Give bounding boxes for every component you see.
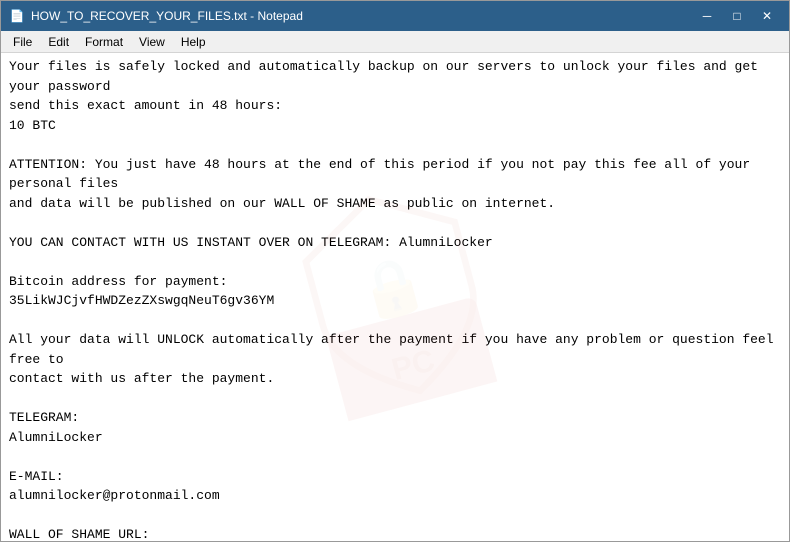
menu-edit[interactable]: Edit [40,31,77,52]
title-bar: 📄 HOW_TO_RECOVER_YOUR_FILES.txt - Notepa… [1,1,789,31]
close-button[interactable]: ✕ [753,6,781,26]
title-bar-left: 📄 HOW_TO_RECOVER_YOUR_FILES.txt - Notepa… [9,8,303,24]
text-editor-area[interactable]: PC 🔒 Your files is safely locked and aut… [1,53,789,541]
menu-bar: File Edit Format View Help [1,31,789,53]
app-icon: 📄 [9,8,25,24]
menu-view[interactable]: View [131,31,173,52]
notepad-window: 📄 HOW_TO_RECOVER_YOUR_FILES.txt - Notepa… [0,0,790,542]
ransomware-text: Your files is safely locked and automati… [9,57,781,541]
menu-format[interactable]: Format [77,31,131,52]
menu-help[interactable]: Help [173,31,214,52]
maximize-button[interactable]: □ [723,6,751,26]
window-title: HOW_TO_RECOVER_YOUR_FILES.txt - Notepad [31,9,303,23]
window-controls: ─ □ ✕ [693,6,781,26]
menu-file[interactable]: File [5,31,40,52]
minimize-button[interactable]: ─ [693,6,721,26]
